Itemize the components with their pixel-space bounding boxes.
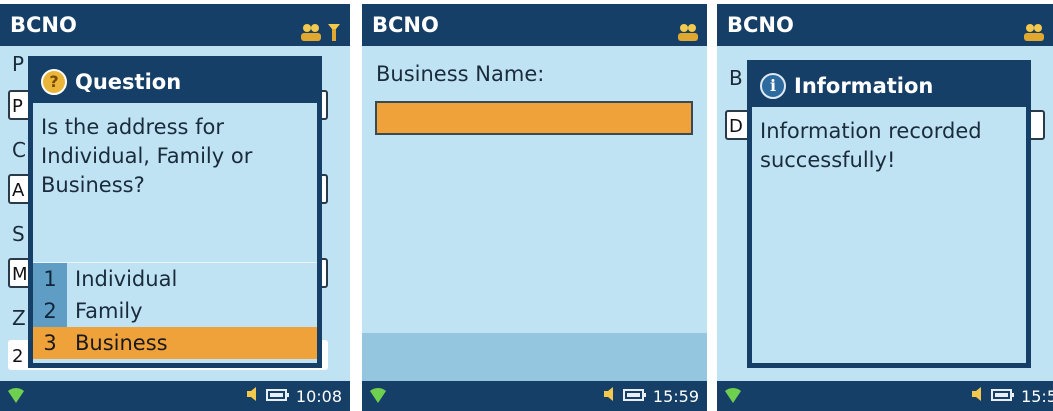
dialog-message: Information recorded successfully! — [760, 119, 982, 172]
status-bar: 10:08 — [0, 381, 350, 411]
screen-business-name: BCNO Business Name: 15:59 — [362, 4, 707, 411]
business-name-input[interactable] — [375, 101, 693, 135]
dialog-title: Question — [75, 70, 182, 94]
dialog-header: ? Question — [33, 61, 317, 103]
title-bar: BCNO — [0, 4, 350, 46]
option-number: 2 — [33, 295, 67, 327]
battery-icon — [991, 387, 1015, 406]
clock: 15:5 — [1021, 386, 1053, 406]
status-bar: 15:59 — [362, 381, 707, 411]
app-title: BCNO — [727, 13, 794, 37]
option-number: 3 — [33, 327, 67, 359]
option-family[interactable]: 2 Family — [33, 295, 317, 327]
people-icon — [1023, 14, 1045, 56]
app-title: BCNO — [10, 13, 77, 37]
option-label: Business — [67, 327, 317, 359]
battery-icon — [265, 387, 290, 406]
tools-icon — [326, 14, 342, 56]
option-individual[interactable]: 1 Individual — [33, 263, 317, 295]
option-list: 1 Individual 2 Family 3 Business — [33, 262, 317, 359]
dialog-message: Is the address for Individual, Family or… — [41, 115, 253, 197]
form-label: Z — [12, 306, 26, 330]
app-title: BCNO — [372, 13, 439, 37]
signal-icon — [723, 387, 743, 409]
option-label: Family — [75, 299, 143, 323]
status-bar: 15:5 — [717, 381, 1053, 411]
dialog-header: i Information — [752, 65, 1026, 107]
speaker-icon — [246, 386, 260, 406]
title-bar: BCNO — [362, 4, 707, 46]
info-icon: i — [760, 73, 786, 99]
title-bar: BCNO — [717, 4, 1053, 46]
speaker-icon — [971, 386, 985, 406]
information-dialog: i Information Information recorded succe… — [747, 60, 1031, 368]
clock: 10:08 — [295, 386, 342, 406]
footer-band — [362, 333, 707, 381]
option-number: 1 — [33, 263, 67, 295]
clock: 15:59 — [652, 386, 699, 406]
question-dialog: ? Question Is the address for Individual… — [28, 56, 322, 368]
form-label: P — [12, 52, 25, 76]
screen-information: BCNO B D i Information Information recor… — [717, 4, 1053, 411]
people-icon — [677, 14, 699, 56]
form-label: C — [12, 138, 26, 162]
question-icon: ? — [41, 69, 67, 95]
option-label: Individual — [75, 267, 178, 291]
form-label: B — [729, 66, 743, 90]
people-icon — [300, 14, 322, 56]
form-label: S — [12, 222, 25, 246]
signal-icon — [368, 387, 388, 409]
option-business[interactable]: 3 Business — [33, 327, 317, 359]
dialog-title: Information — [794, 74, 934, 98]
battery-icon — [622, 387, 647, 406]
speaker-icon — [603, 386, 617, 406]
business-name-label: Business Name: — [376, 62, 545, 86]
screen-question: BCNO P P C A S M Z 2 ? Question Is the a… — [0, 4, 350, 411]
signal-icon — [6, 387, 26, 409]
